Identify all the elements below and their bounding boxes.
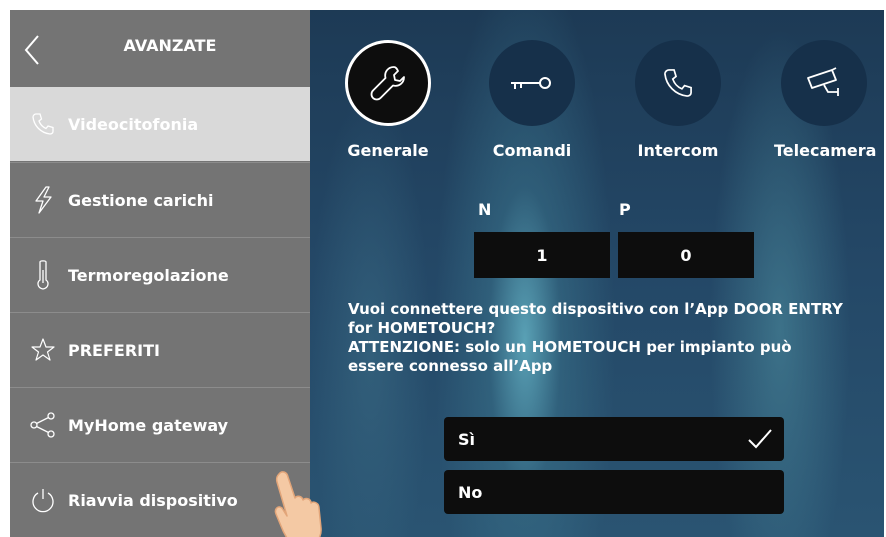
question-text: Vuoi connettere questo dispositivo con l… <box>348 300 843 337</box>
sidebar-item-myhome-gateway[interactable]: MyHome gateway <box>10 387 310 462</box>
warning-text: ATTENZIONE: solo un HOMETOUCH per impian… <box>348 338 792 375</box>
back-button[interactable] <box>18 30 48 70</box>
sidebar-item-label: Gestione carichi <box>68 190 214 210</box>
tab-icon-circle <box>781 40 867 126</box>
sidebar: AVANZATE Videocitofonia Gestione carichi… <box>10 10 310 537</box>
tab-label: Intercom <box>637 141 719 160</box>
tab-icon-circle <box>635 40 721 126</box>
power-icon <box>20 482 66 518</box>
sidebar-item-termoregolazione[interactable]: Termoregolazione <box>10 237 310 312</box>
tab-label: Generale <box>347 141 429 160</box>
sidebar-title: AVANZATE <box>123 36 217 55</box>
sidebar-item-label: Termoregolazione <box>68 265 229 285</box>
sidebar-item-videocitofonia[interactable]: Videocitofonia <box>10 87 310 161</box>
tab-label: Comandi <box>492 141 572 160</box>
key-icon <box>511 77 551 89</box>
tab-generale[interactable]: Generale <box>338 40 438 160</box>
main-panel: Generale Comandi Intercom Telecamera N P… <box>310 10 884 537</box>
wrench-icon <box>370 66 405 101</box>
sidebar-item-preferiti[interactable]: PREFERITI <box>10 312 310 387</box>
screen: AVANZATE Videocitofonia Gestione carichi… <box>10 10 884 537</box>
p-field[interactable]: 0 <box>618 232 754 278</box>
tab-comandi[interactable]: Comandi <box>482 40 582 160</box>
star-icon <box>20 332 66 368</box>
n-label: N <box>478 200 492 219</box>
sidebar-header: AVANZATE <box>10 10 310 86</box>
tab-telecamera[interactable]: Telecamera <box>774 40 877 160</box>
share-icon <box>20 407 66 443</box>
hand-pointer-icon <box>274 471 322 537</box>
option-label: Sì <box>458 429 476 449</box>
chevron-left-icon <box>24 35 39 65</box>
checkmark-icon <box>748 429 772 449</box>
connect-question: Vuoi connettere questo dispositivo con l… <box>348 300 848 376</box>
sidebar-item-label: Videocitofonia <box>68 114 199 134</box>
phone-icon <box>20 106 66 142</box>
lightning-icon <box>20 182 66 218</box>
camera-icon <box>807 67 839 96</box>
sidebar-item-label: Riavvia dispositivo <box>68 490 238 510</box>
option-label: No <box>458 482 483 502</box>
sidebar-item-label: MyHome gateway <box>68 415 229 435</box>
phone-icon <box>664 69 692 97</box>
n-field[interactable]: 1 <box>474 232 610 278</box>
tab-icon-circle <box>489 40 575 126</box>
option-no[interactable]: No <box>444 470 784 514</box>
p-label: P <box>619 200 631 219</box>
tab-icon-circle <box>345 40 431 126</box>
sidebar-item-label: PREFERITI <box>68 340 160 360</box>
thermometer-icon <box>20 257 66 293</box>
tab-intercom[interactable]: Intercom <box>628 40 728 160</box>
tab-label: Telecamera <box>774 141 877 160</box>
sidebar-item-gestione-carichi[interactable]: Gestione carichi <box>10 162 310 237</box>
option-si[interactable]: Sì <box>444 417 784 461</box>
